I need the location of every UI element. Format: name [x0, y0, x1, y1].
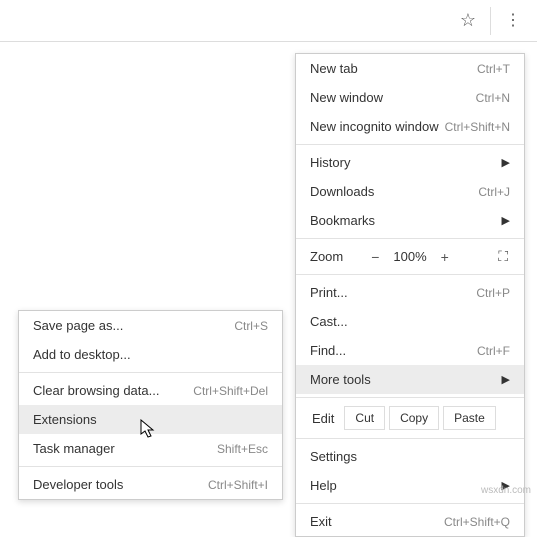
menu-label: History [310, 155, 350, 170]
menu-divider [19, 372, 282, 373]
bookmark-star-icon[interactable]: ☆ [450, 4, 486, 37]
menu-shortcut: Ctrl+Shift+Q [444, 515, 510, 529]
menu-shortcut: Ctrl+N [476, 91, 510, 105]
zoom-out-button[interactable]: − [363, 249, 387, 265]
edit-label: Edit [306, 411, 340, 426]
menu-label: Task manager [33, 441, 115, 456]
menu-shortcut: Ctrl+S [234, 319, 268, 333]
menu-shortcut: Ctrl+F [477, 344, 510, 358]
menu-label: Cast... [310, 314, 348, 329]
menu-label: Save page as... [33, 318, 123, 333]
menu-history[interactable]: History ▶ [296, 148, 524, 177]
submenu-developer-tools[interactable]: Developer tools Ctrl+Shift+I [19, 470, 282, 499]
menu-kebab-icon[interactable]: ⋮ [495, 7, 531, 35]
menu-label: Downloads [310, 184, 374, 199]
menu-label: Developer tools [33, 477, 123, 492]
main-menu: New tab Ctrl+T New window Ctrl+N New inc… [295, 53, 525, 537]
menu-label: Add to desktop... [33, 347, 131, 362]
menu-shortcut: Ctrl+P [476, 286, 510, 300]
menu-settings[interactable]: Settings [296, 442, 524, 471]
menu-shortcut: Ctrl+Shift+N [445, 120, 510, 134]
menu-more-tools[interactable]: More tools ▶ [296, 365, 524, 394]
chevron-right-icon: ▶ [502, 214, 510, 227]
toolbar-divider [490, 7, 491, 35]
menu-exit[interactable]: Exit Ctrl+Shift+Q [296, 507, 524, 536]
menu-label: Extensions [33, 412, 97, 427]
edit-cut-button[interactable]: Cut [344, 406, 385, 430]
more-tools-submenu: Save page as... Ctrl+S Add to desktop...… [18, 310, 283, 500]
menu-label: Bookmarks [310, 213, 375, 228]
menu-label: Clear browsing data... [33, 383, 159, 398]
menu-divider [296, 238, 524, 239]
menu-new-tab[interactable]: New tab Ctrl+T [296, 54, 524, 83]
menu-shortcut: Ctrl+Shift+I [208, 478, 268, 492]
menu-label: New incognito window [310, 119, 439, 134]
menu-label: New window [310, 90, 383, 105]
menu-shortcut: Shift+Esc [217, 442, 268, 456]
menu-edit-row: Edit Cut Copy Paste [296, 401, 524, 435]
watermark: wsxdn.com [481, 485, 531, 496]
menu-new-incognito[interactable]: New incognito window Ctrl+Shift+N [296, 112, 524, 141]
menu-print[interactable]: Print... Ctrl+P [296, 278, 524, 307]
submenu-add-to-desktop[interactable]: Add to desktop... [19, 340, 282, 369]
menu-shortcut: Ctrl+Shift+Del [193, 384, 268, 398]
menu-label: Print... [310, 285, 348, 300]
submenu-task-manager[interactable]: Task manager Shift+Esc [19, 434, 282, 463]
menu-label: More tools [310, 372, 371, 387]
zoom-in-button[interactable]: + [433, 249, 457, 265]
edit-paste-button[interactable]: Paste [443, 406, 496, 430]
menu-label: Find... [310, 343, 346, 358]
menu-bookmarks[interactable]: Bookmarks ▶ [296, 206, 524, 235]
submenu-save-page-as[interactable]: Save page as... Ctrl+S [19, 311, 282, 340]
menu-divider [19, 466, 282, 467]
menu-divider [296, 438, 524, 439]
menu-divider [296, 274, 524, 275]
menu-divider [296, 144, 524, 145]
menu-downloads[interactable]: Downloads Ctrl+J [296, 177, 524, 206]
toolbar: ☆ ⋮ [0, 0, 537, 42]
menu-label: Help [310, 478, 337, 493]
menu-label: Settings [310, 449, 357, 464]
zoom-label: Zoom [310, 249, 343, 264]
chevron-right-icon: ▶ [502, 156, 510, 169]
zoom-value: 100% [387, 249, 432, 264]
chevron-right-icon: ▶ [502, 373, 510, 386]
menu-divider [296, 397, 524, 398]
submenu-extensions[interactable]: Extensions [19, 405, 282, 434]
submenu-clear-browsing-data[interactable]: Clear browsing data... Ctrl+Shift+Del [19, 376, 282, 405]
menu-label: New tab [310, 61, 358, 76]
fullscreen-icon[interactable]: ⛶ [498, 248, 510, 265]
menu-find[interactable]: Find... Ctrl+F [296, 336, 524, 365]
menu-label: Exit [310, 514, 332, 529]
menu-cast[interactable]: Cast... [296, 307, 524, 336]
menu-shortcut: Ctrl+J [478, 185, 510, 199]
menu-shortcut: Ctrl+T [477, 62, 510, 76]
menu-zoom-row: Zoom − 100% + ⛶ [296, 242, 524, 271]
menu-divider [296, 503, 524, 504]
menu-new-window[interactable]: New window Ctrl+N [296, 83, 524, 112]
edit-copy-button[interactable]: Copy [389, 406, 439, 430]
